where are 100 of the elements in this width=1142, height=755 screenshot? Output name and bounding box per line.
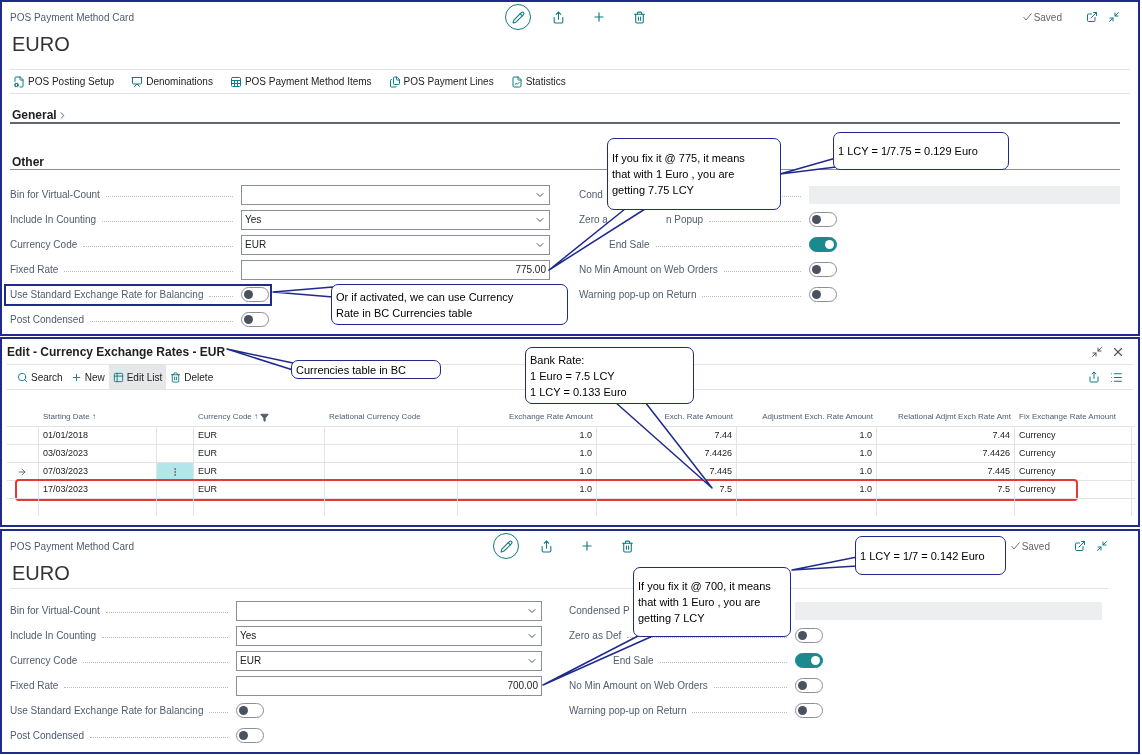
dropdown-field[interactable]: EUR: [236, 650, 542, 671]
field-label: Warning pop-up on Return: [569, 704, 687, 718]
toggle-switch[interactable]: [795, 703, 823, 718]
chart-document-icon: [510, 75, 523, 88]
toggle-switch[interactable]: [241, 312, 269, 327]
toggle-switch[interactable]: [809, 237, 837, 252]
delete-icon[interactable]: [621, 539, 634, 553]
pencil-icon: [511, 10, 525, 24]
column-header[interactable]: Currency Code ↑: [198, 411, 259, 423]
collapse-icon[interactable]: [1108, 11, 1120, 23]
toggle-switch[interactable]: [809, 262, 837, 277]
field-label: Zero as Def: [569, 629, 622, 643]
dropdown-field[interactable]: [241, 184, 550, 205]
field-label: Use Standard Exchange Rate for Balancing: [10, 288, 204, 302]
callout: If you fix it @ 700, it means that with 1 Euro , you are getting 7 LCY: [633, 567, 791, 637]
action-button[interactable]: Statistics: [510, 74, 566, 89]
column-header[interactable]: Exchange Rate Amount: [508, 411, 593, 423]
screen-icon: [131, 75, 144, 88]
table-cell-text: 7.445: [987, 464, 1010, 478]
table-cell-text: EUR: [198, 482, 217, 496]
toggle-switch[interactable]: [241, 287, 269, 302]
share-icon[interactable]: [552, 10, 565, 24]
section-header[interactable]: Other: [12, 152, 44, 171]
action-button[interactable]: POS Payment Method Items: [229, 74, 372, 89]
callout: Bank Rate: 1 Euro = 7.5 LCY 1 LCY = 0.133 Euro: [525, 347, 694, 404]
table-cell-text: 7.44: [992, 428, 1010, 442]
toggle-switch[interactable]: [236, 728, 264, 743]
field-label: Fixed Rate: [10, 679, 59, 693]
callout: Or if activated, we can use Currency Rate in BC Currencies table: [331, 284, 568, 325]
dropdown-field[interactable]: EUR: [241, 234, 550, 255]
toggle-switch[interactable]: [809, 287, 837, 302]
delete-icon[interactable]: [633, 10, 646, 24]
collapse-icon[interactable]: [1091, 345, 1103, 358]
toggle-switch[interactable]: [795, 653, 823, 668]
table-cell-text: Currency: [1019, 428, 1056, 442]
column-header[interactable]: Relational Currency Code: [329, 411, 421, 423]
input-field[interactable]: 775.00: [241, 259, 550, 280]
page-title: EURO: [11, 561, 70, 585]
action-button[interactable]: POS Payment Lines: [388, 74, 494, 89]
open-new-window-icon[interactable]: [1086, 11, 1098, 23]
column-header[interactable]: Adjustment Exch. Rate Amount: [762, 411, 873, 423]
field-label: Currency Code: [10, 654, 78, 668]
toggle-switch[interactable]: [795, 678, 823, 693]
plus-icon: [70, 371, 82, 383]
table-cell-text: 1.0: [579, 446, 592, 460]
action-button[interactable]: POS Posting Setup: [13, 74, 115, 89]
field-label: n Popup: [665, 213, 704, 227]
dropdown-field[interactable]: [236, 600, 542, 621]
list-view-icon[interactable]: [1110, 370, 1123, 384]
action-button[interactable]: Denominations: [131, 74, 213, 89]
table-cell-text: 1.0: [579, 464, 592, 478]
callout: 1 LCY = 1/7.75 = 0.129 Euro: [833, 132, 1009, 170]
toolbar-button[interactable]: Delete: [166, 365, 218, 389]
toggle-switch[interactable]: [236, 703, 264, 718]
column-header[interactable]: Exch. Rate Amount: [664, 411, 733, 423]
table-cell-text: 17/03/2023: [43, 482, 89, 496]
dropdown-field[interactable]: Yes: [236, 625, 542, 646]
table-cell-text: 1.0: [579, 482, 592, 496]
callout-pointer: [272, 286, 334, 298]
toggle-switch[interactable]: [809, 212, 837, 227]
field-label: End Sale: [609, 238, 650, 252]
gear-document-icon: [13, 75, 25, 88]
callout: 1 LCY = 1/7 = 0.142 Euro: [855, 536, 1006, 575]
page-title: Edit - Currency Exchange Rates - EUR: [7, 343, 226, 361]
table-cell-text: Currency: [1019, 446, 1056, 460]
column-header[interactable]: Starting Date ↑: [43, 411, 96, 423]
field-label: Include In Counting: [10, 629, 97, 643]
saved-status: Saved: [1021, 539, 1050, 554]
input-field[interactable]: 700.00: [236, 675, 542, 696]
page-caption: POS Payment Method Card: [10, 10, 134, 25]
filter-icon[interactable]: [260, 412, 270, 422]
callout-pointer: [791, 556, 858, 571]
toolbar-button[interactable]: Search: [13, 365, 67, 389]
table-edit-icon: [112, 371, 124, 383]
table-cell-text: EUR: [198, 464, 217, 478]
table-cell-text: 7.4426: [704, 446, 732, 460]
share-icon[interactable]: [540, 539, 553, 553]
table-cell-text: 7.445: [709, 464, 732, 478]
toolbar-button[interactable]: New: [66, 365, 109, 389]
share-icon[interactable]: [1088, 371, 1100, 383]
page-title: EURO: [11, 32, 70, 56]
field-label: Zero a: [579, 213, 608, 227]
field-label: Bin for Virtual-Count: [10, 604, 100, 618]
table-cell-text: 01/01/2018: [43, 428, 89, 442]
dropdown-field[interactable]: Yes: [241, 209, 550, 230]
open-new-window-icon[interactable]: [1074, 540, 1086, 552]
table-cell-text: 1.0: [859, 464, 872, 478]
section-header[interactable]: General: [12, 106, 68, 124]
collapse-icon[interactable]: [1096, 540, 1108, 552]
toolbar-button[interactable]: Edit List: [108, 365, 167, 389]
field-label: Fixed Rate: [10, 263, 59, 277]
column-header[interactable]: Fix Exchange Rate Amount: [1019, 411, 1116, 423]
callout: Currencies table in BC: [291, 360, 441, 379]
toggle-switch[interactable]: [795, 628, 823, 643]
field-label: Currency Code: [10, 238, 78, 252]
column-header[interactable]: Relational Adjmt Exch Rate Amt: [898, 411, 1011, 423]
field-label: Use Standard Exchange Rate for Balancing: [10, 704, 204, 718]
table-cell-text: 1.0: [859, 428, 872, 442]
field-label: No Min Amount on Web Orders: [579, 263, 718, 277]
table-cell-text: EUR: [198, 428, 217, 442]
